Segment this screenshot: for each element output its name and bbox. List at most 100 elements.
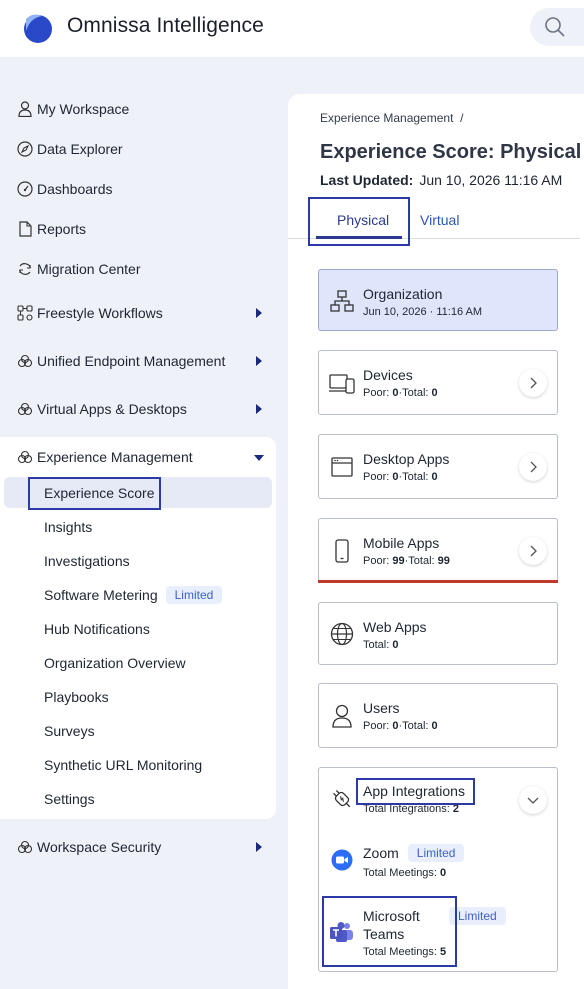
chevron-right-icon[interactable] [519,537,547,565]
card-subtitle: Jun 10, 2026 · 11:16 AM [363,306,483,318]
sidebar-item-label: Freestyle Workflows [37,305,163,321]
caret-down-icon[interactable] [253,453,265,463]
plug-icon [329,786,355,812]
limited-badge: Limited [449,907,506,925]
chevron-right-icon[interactable] [519,369,547,397]
search-icon [545,17,565,37]
integration-title: Teams [363,926,405,942]
integration-title: Microsoft [363,908,420,924]
main-content: Experience Management / Experience Score… [288,94,584,989]
card-subtitle: Poor: 0·Total: 0 [363,720,438,732]
limited-badge: Limited [165,586,223,604]
document-icon [16,220,34,238]
workflow-icon [16,304,34,322]
sidebar-subitem-label: Experience Score [44,485,155,501]
zoom-icon [329,847,355,873]
compass-icon [16,140,34,158]
person-icon [329,703,355,729]
sidebar-subitem-label: Software Metering [44,587,158,603]
card-subtitle: Poor: 0·Total: 0 [363,387,438,399]
sidebar-item-unified-endpoint-management[interactable]: Unified Endpoint Management [16,349,225,373]
sidebar-item-freestyle-workflows[interactable]: Freestyle Workflows [16,301,163,325]
sidebar-subitem-label: Investigations [44,553,130,569]
cloud-icon [16,352,34,370]
card-app-integrations[interactable]: App Integrations Total Integrations: 2 Z… [318,767,558,972]
card-web-apps[interactable]: Web Apps Total: 0 [318,602,558,665]
sidebar-subitem-software-metering[interactable]: Software Metering Limited [44,584,223,606]
sidebar-item-reports[interactable]: Reports [16,217,86,241]
card-title: Web Apps [363,619,427,635]
globe-icon [329,621,355,647]
last-updated-value: Jun 10, 2026 11:16 AM [419,172,563,188]
card-organization[interactable]: Organization Jun 10, 2026 · 11:16 AM [318,269,558,331]
card-mobile-apps[interactable]: Mobile Apps Poor: 99·Total: 99 [318,518,558,583]
sidebar-subitem-label: Insights [44,519,93,535]
sidebar-item-label: Data Explorer [37,141,123,157]
chevron-right-icon[interactable] [519,453,547,481]
card-devices[interactable]: Devices Poor: 0·Total: 0 [318,350,558,415]
card-title: Mobile Apps [363,535,440,551]
sidebar-item-virtual-apps-desktops[interactable]: Virtual Apps & Desktops [16,397,187,421]
card-title: Organization [363,286,443,302]
sidebar-item-label: Workspace Security [37,839,162,855]
sidebar-subitem-label: Organization Overview [44,655,186,671]
caret-right-icon[interactable] [254,307,264,319]
sidebar-item-migration-center[interactable]: Migration Center [16,257,141,281]
card-title: Devices [363,367,413,383]
window-icon [329,454,355,480]
caret-right-icon[interactable] [254,403,264,415]
breadcrumb[interactable]: Experience Management / [320,111,463,125]
sidebar-subitem-synthetic-url-monitoring[interactable]: Synthetic URL Monitoring [44,754,202,776]
sidebar-item-label: Virtual Apps & Desktops [37,401,187,417]
card-title: App Integrations [363,783,465,799]
omnissa-logo-icon [24,14,52,43]
sidebar-subitem-investigations[interactable]: Investigations [44,550,130,572]
sidebar-subitem-experience-score[interactable]: Experience Score [44,482,155,504]
cloud-icon [16,400,34,418]
tab-virtual[interactable]: Virtual [420,212,459,228]
integration-zoom[interactable]: Zoom Limited [363,844,465,862]
sidebar-item-data-explorer[interactable]: Data Explorer [16,137,123,161]
card-title: Desktop Apps [363,451,450,467]
card-subtitle: Poor: 99·Total: 99 [363,555,450,567]
cloud-icon [16,448,34,466]
cloud-icon [16,838,34,856]
sidebar-item-workspace-security[interactable]: Workspace Security [16,835,161,859]
sidebar-subitem-label: Settings [44,791,95,807]
card-users[interactable]: Users Poor: 0·Total: 0 [318,683,558,748]
integration-microsoft-teams[interactable]: Microsoft Teams [363,907,420,943]
sidebar-subitem-playbooks[interactable]: Playbooks [44,686,109,708]
sidebar-subitem-settings[interactable]: Settings [44,788,95,810]
caret-right-icon[interactable] [254,355,264,367]
caret-right-icon[interactable] [254,841,264,853]
sidebar-subitem-label: Hub Notifications [44,621,150,637]
limited-badge: Limited [407,844,465,862]
integration-meetings: Total Meetings: 5 [363,946,447,958]
top-bar: Omnissa Intelligence [0,0,584,57]
sidebar-subitem-label: Playbooks [44,689,109,705]
sidebar-subitem-organization-overview[interactable]: Organization Overview [44,652,186,674]
sidebar-subitem-insights[interactable]: Insights [44,516,92,538]
tab-physical[interactable]: Physical [337,212,389,228]
card-desktop-apps[interactable]: Desktop Apps Poor: 0·Total: 0 [318,434,558,499]
sidebar-item-label: Unified Endpoint Management [37,353,226,369]
sidebar-item-dashboards[interactable]: Dashboards [16,177,113,201]
poor-status-bar [318,580,558,583]
microsoft-teams-icon [329,920,355,946]
chevron-down-icon[interactable] [519,786,547,814]
search-button[interactable] [530,8,584,46]
sidebar-subitem-hub-notifications[interactable]: Hub Notifications [44,618,150,640]
sidebar-subitem-surveys[interactable]: Surveys [44,720,95,742]
last-updated: Last Updated: Jun 10, 2026 11:16 AM [320,172,562,188]
sidebar-item-label: Reports [37,221,87,237]
sidebar-item-label: Migration Center [37,261,141,277]
sidebar-item-my-workspace[interactable]: My Workspace [16,97,129,121]
sidebar-item-experience-management[interactable]: Experience Management [16,445,193,469]
sidebar-subitem-label: Synthetic URL Monitoring [44,757,203,773]
sidebar-item-label: Experience Management [37,449,193,465]
sidebar-subitem-label: Surveys [44,723,95,739]
mobile-phone-icon [329,538,355,564]
page-title: Experience Score: Physical [320,141,582,163]
card-subtitle: Poor: 0·Total: 0 [363,471,438,483]
gauge-icon [16,180,34,198]
